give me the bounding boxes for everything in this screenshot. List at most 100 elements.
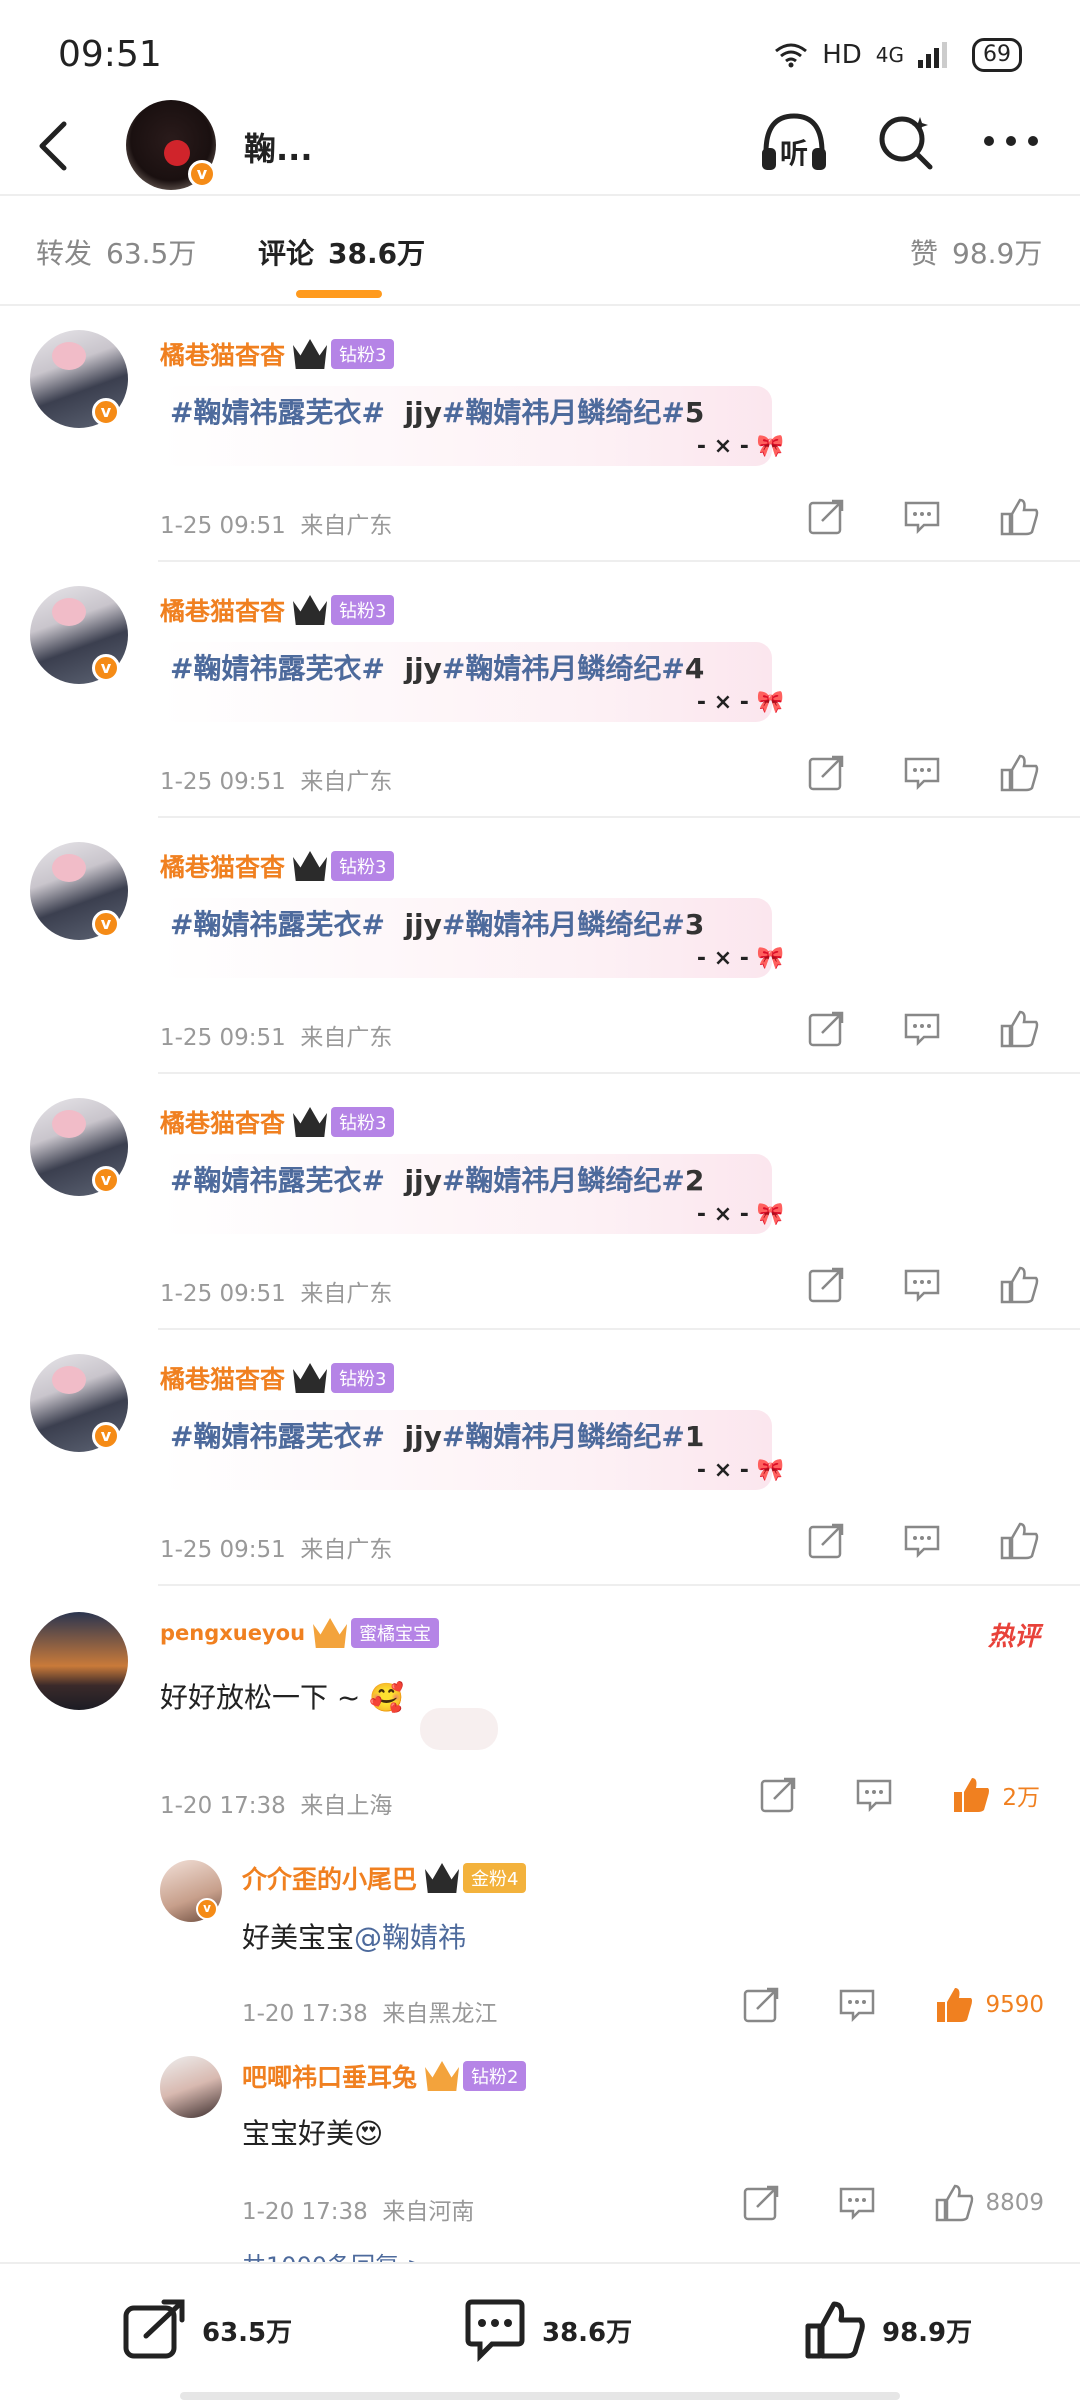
comment-text: #鞠婧祎露芜衣# jjy#鞠婧祎月鳞绮纪#1- × - 🎀 [160,1410,784,1490]
thumbs-up-icon[interactable] [998,1008,1040,1050]
share-icon[interactable] [806,1521,846,1561]
like-button[interactable]: 8809 [933,2182,1044,2224]
topic-link[interactable]: #鞠婧祎月鳞绮纪# [442,652,685,685]
comment-meta: 1-25 09:51 来自广东 [160,1537,393,1563]
reply-text: 宝宝好美😍 [242,2117,384,2150]
share-icon[interactable] [741,2183,781,2223]
avatar[interactable] [30,1612,128,1710]
comment-username[interactable]: 橘巷猫杳杳 钻粉3 [160,1360,395,1396]
reply-icon[interactable] [902,1521,942,1561]
mouse-sticker-icon [420,1708,498,1750]
reply-meta: 1-20 17:38 来自黑龙江 [242,2001,498,2027]
verified-icon: v [188,160,216,188]
crown-icon [293,1107,328,1137]
comment-divider [158,560,1080,562]
comment-meta: 1-25 09:51 来自广东 [160,513,393,539]
topic-link[interactable]: #鞠婧祎露芜衣# [170,1420,385,1453]
verified-icon: v [92,1166,120,1194]
comment-button[interactable]: 38.6万 [462,2298,632,2362]
comment-divider [158,1584,1080,1586]
reply-username[interactable]: 介介歪的小尾巴 金粉4 [242,1860,527,1896]
topic-link[interactable]: #鞠婧祎露芜衣# [170,652,385,685]
crown-icon [313,1618,348,1648]
comment-username[interactable]: 橘巷猫杳杳 钻粉3 [160,592,395,628]
comment-icon [465,2299,525,2362]
share-icon[interactable] [806,1265,846,1305]
fan-badge: 钻粉3 [331,851,395,881]
fan-badge: 钻粉3 [331,1107,395,1137]
thumbs-up-icon[interactable] [998,1520,1040,1562]
topic-link[interactable]: #鞠婧祎月鳞绮纪# [442,1420,685,1453]
fan-badge: 钻粉2 [463,2061,527,2091]
home-indicator [180,2392,900,2400]
fan-badge: 蜜橘宝宝 [351,1618,440,1648]
reply-meta: 1-20 17:38 来自河南 [242,2199,475,2225]
topic-link[interactable]: #鞠婧祎露芜衣# [170,396,385,429]
topic-link[interactable]: #鞠婧祎露芜衣# [170,1164,385,1197]
bow-icon: - × - 🎀 [696,434,784,459]
comment-username[interactable]: 橘巷猫杳杳 钻粉3 [160,336,395,372]
share-icon[interactable] [806,497,846,537]
like-button[interactable]: 98.9万 [802,2298,972,2362]
mention-link[interactable]: @鞠婧祎 [354,1921,466,1954]
comment-username[interactable]: 橘巷猫杳杳 钻粉3 [160,1104,395,1140]
comment-meta: 1-25 09:51 来自广东 [160,1281,393,1307]
avatar[interactable] [160,2056,222,2118]
verified-icon: v [92,1422,120,1450]
thumbs-up-icon [805,2301,865,2359]
thumbs-up-icon[interactable] [998,1264,1040,1306]
reply-icon[interactable] [837,2183,877,2223]
comment-username[interactable]: 橘巷猫杳杳 钻粉3 [160,848,395,884]
top-nav: v 鞠... 听 [0,100,1080,192]
repost-button[interactable]: 63.5万 [122,2298,292,2362]
signal-label: 4G [875,43,904,67]
reply-icon[interactable] [902,1009,942,1049]
tab-comments[interactable]: 评论 38.6万 [258,232,425,272]
tab-repost[interactable]: 转发 63.5万 [36,232,196,272]
crown-icon [425,2061,460,2091]
more-replies-link[interactable]: 共1000条回复 > [242,2246,427,2262]
tab-bar: 转发 63.5万 评论 38.6万 赞 98.9万 [0,196,1080,306]
tab-indicator [296,290,382,298]
chevron-left-icon [39,121,67,171]
share-icon[interactable] [741,1985,781,2025]
topic-link[interactable]: #鞠婧祎月鳞绮纪# [442,908,685,941]
share-icon[interactable] [806,753,846,793]
share-icon[interactable] [758,1775,798,1815]
listen-button[interactable]: 听 [758,106,830,176]
bow-icon: - × - 🎀 [696,1202,784,1227]
bottom-action-bar: 63.5万 38.6万 98.9万 [0,2262,1080,2400]
reply-text: 好美宝宝@鞠婧祎 [242,1921,467,1954]
tabs-divider [0,304,1080,306]
reply-icon[interactable] [854,1775,894,1815]
share-icon[interactable] [806,1009,846,1049]
comment-username[interactable]: pengxueyou 蜜橘宝宝 [160,1618,440,1648]
author-name[interactable]: 鞠... [244,124,312,170]
verified-icon: v [92,654,120,682]
comment-meta: 1-25 09:51 来自广东 [160,769,393,795]
search-icon[interactable] [876,111,936,171]
reply-icon[interactable] [902,753,942,793]
thumbs-up-icon[interactable] [998,496,1040,538]
more-icon[interactable] [982,134,1040,148]
status-bar: 09:51 HD 4G 69 [0,0,1080,100]
back-button[interactable] [28,112,88,176]
thumbs-up-icon [954,1778,990,1812]
topic-link[interactable]: #鞠婧祎月鳞绮纪# [442,1164,685,1197]
reply-icon[interactable] [902,497,942,537]
comment-divider [158,1072,1080,1074]
thumbs-up-icon[interactable] [998,752,1040,794]
like-button[interactable]: 2万 [950,1774,1040,1816]
reply-icon[interactable] [837,1985,877,2025]
topic-link[interactable]: #鞠婧祎露芜衣# [170,908,385,941]
like-button[interactable]: 9590 [933,1984,1044,2026]
thumbs-up-icon [937,1988,973,2022]
reply-icon[interactable] [902,1265,942,1305]
fan-badge: 钻粉3 [331,339,395,369]
reply-username[interactable]: 吧唧祎口垂耳兔 钻粉2 [242,2058,527,2094]
comment-divider [158,1328,1080,1330]
fan-badge: 金粉4 [463,1863,527,1893]
crown-icon [293,339,328,369]
tab-likes[interactable]: 赞 98.9万 [910,232,1042,272]
topic-link[interactable]: #鞠婧祎月鳞绮纪# [442,396,685,429]
